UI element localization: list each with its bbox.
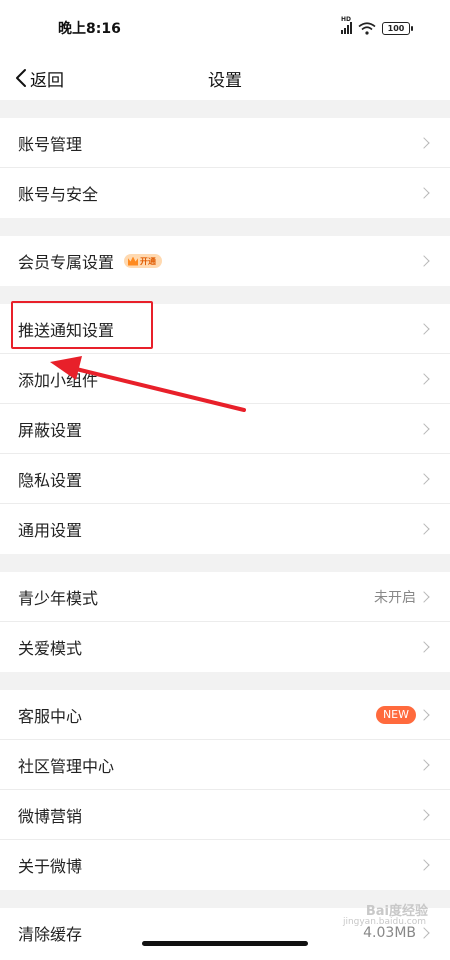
chevron-right-icon — [418, 187, 430, 199]
new-badge: NEW — [375, 705, 416, 724]
chevron-right-icon — [418, 808, 430, 821]
home-indicator[interactable] — [142, 941, 308, 946]
chevron-left-icon — [16, 69, 26, 87]
row-label: 客服中心 — [18, 706, 83, 726]
wifi-icon — [358, 21, 376, 35]
chevron-right-icon — [418, 927, 430, 939]
section-gap — [0, 672, 450, 690]
row-label: 青少年模式 — [18, 588, 99, 608]
row-label: 通用设置 — [18, 521, 83, 540]
chevron-right-icon — [418, 472, 430, 485]
section-gap — [0, 286, 450, 304]
row-label: 清除缓存 — [18, 925, 83, 944]
nav-bar: 返回 设置 — [0, 56, 450, 100]
row-account-security[interactable]: 账号与安全 — [0, 168, 450, 218]
watermark-url: jingyan.baidu.com — [342, 917, 426, 927]
row-label: 账号管理 — [18, 134, 83, 154]
row-weibo-marketing[interactable]: 微博营销 — [0, 790, 450, 840]
chevron-right-icon — [418, 859, 430, 871]
vip-badge[interactable]: 开通 — [124, 254, 163, 268]
row-label: 账号与安全 — [18, 185, 99, 204]
row-about-weibo[interactable]: 关于微博 — [0, 840, 450, 890]
status-icons: HD 100 — [341, 16, 413, 35]
chevron-right-icon — [418, 322, 430, 335]
row-label: 关于微博 — [18, 857, 83, 876]
row-label: 屏蔽设置 — [18, 420, 83, 440]
row-label: 推送通知设置 — [18, 320, 115, 340]
chevron-right-icon — [418, 708, 430, 721]
network-label: HD — [341, 16, 352, 23]
settings-list: 账号管理 账号与安全 会员专属设置 开通 推送通知设置 添加小组件 屏蔽设置 隐… — [0, 100, 450, 958]
battery-icon: 100 — [382, 21, 413, 35]
row-community-management[interactable]: 社区管理中心 — [0, 740, 450, 790]
chevron-right-icon — [418, 758, 430, 771]
row-teen-mode[interactable]: 青少年模式 未开启 — [0, 572, 450, 622]
back-label: 返回 — [30, 70, 64, 91]
row-block-settings[interactable]: 屏蔽设置 — [0, 404, 450, 454]
row-push-notification-settings[interactable]: 推送通知设置 — [0, 304, 450, 354]
row-customer-service[interactable]: 客服中心 NEW — [0, 690, 450, 740]
page-title: 设置 — [208, 71, 242, 91]
row-account-management[interactable]: 账号管理 — [0, 118, 450, 168]
row-label: 社区管理中心 — [18, 756, 115, 776]
chevron-right-icon — [418, 641, 430, 653]
row-general-settings[interactable]: 通用设置 — [0, 504, 450, 554]
row-label: 会员专属设置 — [18, 253, 115, 272]
row-add-widget[interactable]: 添加小组件 — [0, 354, 450, 404]
chevron-right-icon — [418, 523, 430, 535]
back-button[interactable]: 返回 — [14, 62, 64, 94]
row-privacy-settings[interactable]: 隐私设置 — [0, 454, 450, 504]
row-label: 关爱模式 — [18, 639, 83, 658]
chevron-right-icon — [418, 255, 430, 267]
chevron-right-icon — [418, 136, 430, 149]
row-label: 微博营销 — [18, 806, 83, 826]
status-bar: 晚上8:16 HD 100 — [0, 0, 450, 56]
chevron-right-icon — [418, 422, 430, 435]
row-vip-settings[interactable]: 会员专属设置 开通 — [0, 236, 450, 286]
teen-mode-status: 未开启 — [374, 589, 416, 606]
status-time: 晚上8:16 — [58, 21, 121, 37]
chevron-right-icon — [418, 590, 430, 603]
section-gap — [0, 218, 450, 236]
signal-icon: HD — [341, 16, 352, 34]
row-label: 隐私设置 — [18, 470, 83, 490]
crown-icon — [128, 256, 139, 266]
row-care-mode[interactable]: 关爱模式 — [0, 622, 450, 672]
section-gap — [0, 554, 450, 572]
section-gap — [0, 100, 450, 118]
vip-badge-label: 开通 — [140, 256, 157, 266]
cache-size: 4.03MB — [363, 925, 416, 941]
row-label: 添加小组件 — [18, 370, 99, 390]
chevron-right-icon — [418, 372, 430, 385]
